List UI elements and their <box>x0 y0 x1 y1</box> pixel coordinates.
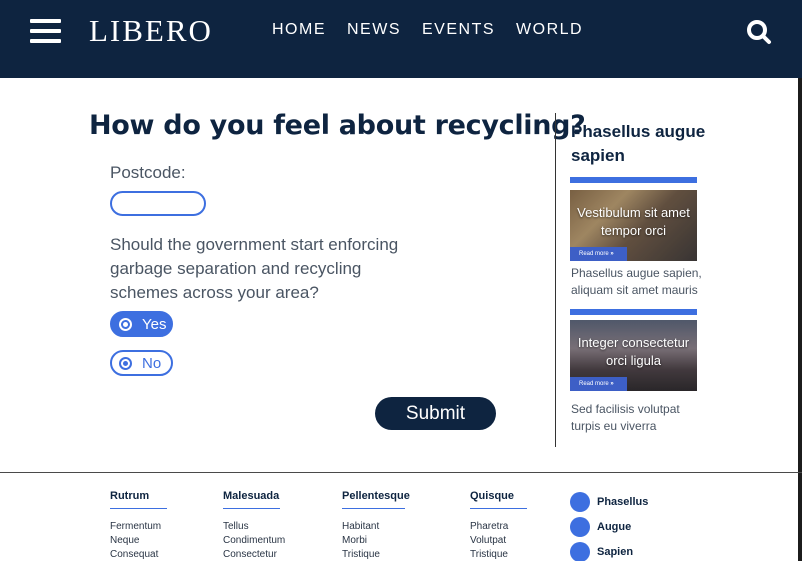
social-link[interactable]: Sapien <box>570 542 633 561</box>
social-icon <box>570 517 590 537</box>
radio-selected-icon <box>119 317 132 331</box>
footer-column-heading: Rutrum <box>110 490 167 509</box>
survey-question: Should the government start enforcing ga… <box>110 235 399 302</box>
read-more-link[interactable]: Read more » <box>570 377 627 391</box>
footer-divider <box>0 472 802 473</box>
sidebar-title: Phasellus augue sapien <box>571 122 706 165</box>
search-icon[interactable] <box>746 19 772 45</box>
article-card-image[interactable]: Vestibulum sit amet tempor orci Read mor… <box>570 190 697 261</box>
card-accent-bar <box>570 177 697 183</box>
footer-link[interactable]: Morbi <box>342 534 405 548</box>
article-card-text[interactable]: Sed facilisis volutpat turpis eu viverra <box>571 401 706 435</box>
footer-link[interactable]: Neque <box>110 534 167 548</box>
radio-option-no[interactable]: No <box>110 350 173 376</box>
top-navigation-bar: LIBERO HOME NEWS EVENTS WORLD <box>0 0 802 78</box>
card-accent-bar <box>570 309 697 315</box>
footer-link[interactable]: Consectetur <box>223 548 285 561</box>
footer-link[interactable]: Pharetra <box>470 520 527 534</box>
social-icon <box>570 492 590 512</box>
nav-item-home[interactable]: HOME <box>272 21 326 39</box>
footer-link[interactable]: Tristique <box>470 548 527 561</box>
footer-column-heading: Pellentesque <box>342 490 410 509</box>
radio-icon <box>119 356 132 370</box>
sidebar-divider <box>555 113 556 447</box>
radio-label-yes: Yes <box>142 315 167 333</box>
article-card-caption: Integer consectetur orci ligula <box>577 335 690 368</box>
radio-option-yes[interactable]: Yes <box>110 311 173 337</box>
footer-link[interactable]: Fermentum <box>110 520 167 534</box>
read-more-link[interactable]: Read more » <box>570 247 627 261</box>
footer-column-heading: Quisque <box>470 490 527 509</box>
page-edge-divider <box>798 78 802 561</box>
postcode-label: Postcode: <box>110 163 186 182</box>
postcode-input[interactable] <box>110 191 206 216</box>
survey-title: How do you feel about recycling? <box>89 110 586 141</box>
footer-link[interactable]: Habitant <box>342 520 405 534</box>
footer-column: Quisque Pharetra Volutpat Tristique <box>470 490 527 561</box>
article-card-image[interactable]: Integer consectetur orci ligula Read mor… <box>570 320 697 391</box>
footer-link[interactable]: Tristique <box>342 548 405 561</box>
main-nav: HOME NEWS EVENTS WORLD <box>272 21 583 39</box>
site-logo[interactable]: LIBERO <box>89 13 213 49</box>
article-card-caption: Vestibulum sit amet tempor orci <box>577 205 690 238</box>
footer-link[interactable]: Consequat <box>110 548 167 561</box>
menu-icon[interactable] <box>30 19 61 44</box>
social-icon <box>570 542 590 561</box>
footer-column: Pellentesque Habitant Morbi Tristique <box>342 490 410 561</box>
nav-item-news[interactable]: NEWS <box>347 21 401 39</box>
footer-column: Rutrum Fermentum Neque Consequat <box>110 490 167 561</box>
footer-link[interactable]: Tellus <box>223 520 285 534</box>
footer-column: Malesuada Tellus Condimentum Consectetur <box>223 490 285 561</box>
footer-link[interactable]: Condimentum <box>223 534 285 548</box>
footer-column-heading: Malesuada <box>223 490 280 509</box>
footer-link[interactable]: Volutpat <box>470 534 527 548</box>
nav-item-world[interactable]: WORLD <box>516 21 583 39</box>
radio-label-no: No <box>142 354 162 372</box>
social-link[interactable]: Augue <box>570 517 631 537</box>
submit-button[interactable]: Submit <box>375 397 496 430</box>
social-link[interactable]: Phasellus <box>570 492 648 512</box>
article-card-text[interactable]: Phasellus augue sapien, aliquam sit amet… <box>571 265 706 299</box>
nav-item-events[interactable]: EVENTS <box>422 21 495 39</box>
